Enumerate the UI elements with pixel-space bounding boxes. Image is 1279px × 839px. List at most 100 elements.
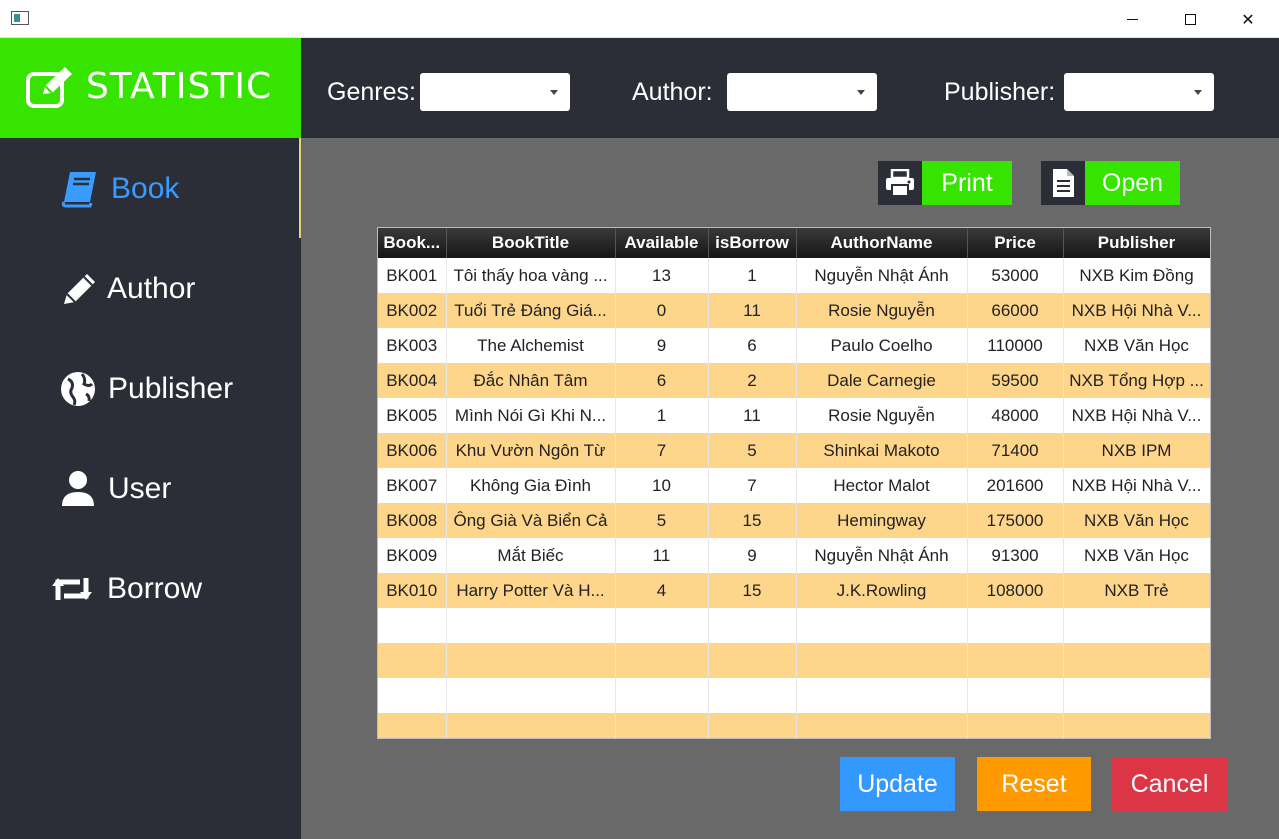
table-row[interactable]: BK008 Ông Già Và Biển Cả 5 15 Hemingway 17500… <box>378 503 1210 538</box>
table-cell <box>615 678 709 713</box>
table-cell: 2 <box>708 363 797 398</box>
document-icon <box>1053 169 1074 197</box>
table-cell: 1 <box>615 398 709 433</box>
table-cell: 7 <box>708 468 797 503</box>
table-row[interactable]: BK006 Khu Vườn Ngôn Từ 7 5 Shinkai Makoto 714… <box>378 433 1210 468</box>
column-header-authorname[interactable]: AuthorName <box>796 228 968 258</box>
book-icon <box>61 172 96 208</box>
table-row[interactable] <box>378 643 1210 678</box>
genres-select[interactable] <box>420 73 570 111</box>
table-cell: Hemingway <box>796 503 968 538</box>
table-cell: 9 <box>708 538 797 573</box>
maximize-icon <box>1184 13 1196 25</box>
table-row[interactable]: BK007 Không Gia Đình 10 7 Hector Malot 201600… <box>378 468 1210 503</box>
table-cell: Ông Già Và Biển Cả <box>446 503 616 538</box>
brand-header: STATISTIC <box>0 38 301 138</box>
table-cell: BK005 <box>378 398 447 433</box>
table-cell: NXB Văn Học <box>1063 538 1210 573</box>
table-cell <box>967 608 1064 643</box>
sidebar-item-user[interactable]: User <box>0 438 301 538</box>
table-cell: 175000 <box>967 503 1064 538</box>
table-cell: NXB Tổng Hợp ... <box>1063 363 1210 398</box>
table-cell <box>796 678 968 713</box>
sidebar-item-label: Book <box>111 172 180 205</box>
table-cell: 71400 <box>967 433 1064 468</box>
publisher-label: Publisher: <box>944 78 1056 106</box>
table-cell: 6 <box>615 363 709 398</box>
table-cell: Harry Potter Và H... <box>446 573 616 608</box>
table-cell: 48000 <box>967 398 1064 433</box>
table-cell: 13 <box>615 258 709 293</box>
column-header-available[interactable]: Available <box>615 228 709 258</box>
table-cell <box>446 608 616 643</box>
table-cell: 66000 <box>967 293 1064 328</box>
sidebar-item-publisher[interactable]: Publisher <box>0 338 301 438</box>
publisher-select[interactable] <box>1064 73 1214 111</box>
table-cell: 91300 <box>967 538 1064 573</box>
table-cell <box>446 713 616 738</box>
column-header-isborrow[interactable]: isBorrow <box>708 228 797 258</box>
table-cell <box>378 608 447 643</box>
table-cell <box>708 678 797 713</box>
author-label: Author: <box>632 78 713 106</box>
table-row[interactable]: BK010 Harry Potter Và H... 4 15 J.K.Rowling 1… <box>378 573 1210 608</box>
table-cell: NXB IPM <box>1063 433 1210 468</box>
table-cell: Dale Carnegie <box>796 363 968 398</box>
table-row[interactable]: BK001 Tôi thấy hoa vàng ... 13 1 Nguyễn Nhật… <box>378 258 1210 293</box>
table-cell: NXB Văn Học <box>1063 328 1210 363</box>
sidebar-item-label: Borrow <box>107 572 203 605</box>
reset-button[interactable]: Reset <box>977 757 1091 811</box>
sidebar-item-borrow[interactable]: Borrow <box>0 538 301 638</box>
table-cell <box>708 713 797 738</box>
table-cell: 9 <box>615 328 709 363</box>
open-button[interactable]: Open <box>1041 161 1180 205</box>
table-cell: Tôi thấy hoa vàng ... <box>446 258 616 293</box>
column-header-price[interactable]: Price <box>967 228 1064 258</box>
table-cell: 110000 <box>967 328 1064 363</box>
column-header-bookid[interactable]: Book... <box>378 228 447 258</box>
table-row[interactable]: BK009 Mắt Biếc 11 9 Nguyễn Nhật Ánh 91300 NXB … <box>378 538 1210 573</box>
minimize-icon <box>1126 18 1138 20</box>
sidebar-item-label: Publisher <box>108 372 234 405</box>
print-label: Print <box>922 161 1012 205</box>
table-row[interactable]: BK004 Đắc Nhân Tâm 6 2 Dale Carnegie 59500 NXB… <box>378 363 1210 398</box>
sidebar-item-author[interactable]: Author <box>0 238 301 338</box>
table-cell: 59500 <box>967 363 1064 398</box>
table-cell: 53000 <box>967 258 1064 293</box>
app-icon <box>11 11 29 25</box>
sidebar-item-book[interactable]: Book <box>0 138 301 238</box>
table-cell <box>967 643 1064 678</box>
window-titlebar: ✕ <box>0 0 1279 38</box>
main-panel: Print Open Book... BookTitle Available i… <box>301 138 1279 839</box>
table-row[interactable]: BK003 The Alchemist 9 6 Paulo Coelho 110000 NX… <box>378 328 1210 363</box>
table-cell: Rosie Nguyễn <box>796 293 968 328</box>
chevron-down-icon <box>550 90 558 95</box>
printer-icon <box>886 169 914 197</box>
maximize-button[interactable] <box>1161 0 1219 38</box>
table-cell: 11 <box>708 398 797 433</box>
table-cell: Đắc Nhân Tâm <box>446 363 616 398</box>
table-cell: NXB Hội Nhà V... <box>1063 293 1210 328</box>
table-cell: J.K.Rowling <box>796 573 968 608</box>
close-button[interactable]: ✕ <box>1219 0 1277 38</box>
author-select[interactable] <box>727 73 877 111</box>
cancel-button[interactable]: Cancel <box>1112 757 1227 811</box>
table-cell: Paulo Coelho <box>796 328 968 363</box>
table-cell: Rosie Nguyễn <box>796 398 968 433</box>
table-cell: BK010 <box>378 573 447 608</box>
table-cell: Shinkai Makoto <box>796 433 968 468</box>
update-button[interactable]: Update <box>840 757 955 811</box>
table-row[interactable]: BK005 Mình Nói Gì Khi N... 1 11 Rosie Nguyễn… <box>378 398 1210 433</box>
table-row[interactable]: BK002 Tuổi Trẻ Đáng Giá... 0 11 Rosie Nguyễn… <box>378 293 1210 328</box>
print-button[interactable]: Print <box>878 161 1012 205</box>
retweet-icon <box>52 578 92 600</box>
column-header-publisher[interactable]: Publisher <box>1063 228 1210 258</box>
table-cell: 10 <box>615 468 709 503</box>
book-table: Book... BookTitle Available isBorrow Aut… <box>377 227 1211 739</box>
sidebar-item-label: Author <box>107 272 196 305</box>
minimize-button[interactable] <box>1103 0 1161 38</box>
table-row[interactable] <box>378 608 1210 643</box>
column-header-booktitle[interactable]: BookTitle <box>446 228 616 258</box>
table-row[interactable] <box>378 713 1210 738</box>
table-row[interactable] <box>378 678 1210 713</box>
